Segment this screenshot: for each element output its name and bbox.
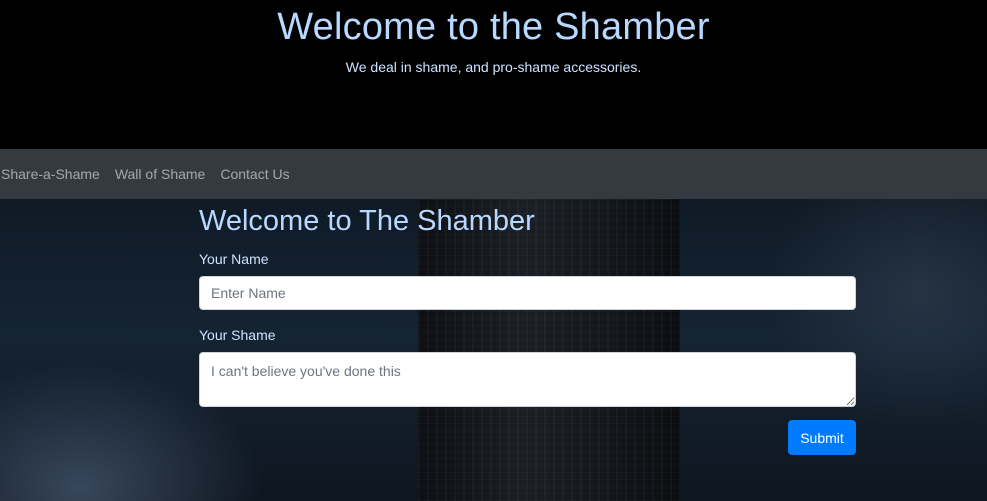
submit-button[interactable]: Submit [788, 420, 856, 455]
shame-textarea[interactable] [199, 352, 856, 407]
page-subtitle: We deal in shame, and pro-shame accessor… [345, 59, 642, 75]
page-title: Welcome to the Shamber [277, 6, 710, 48]
navbar: Share-a-Shame Wall of Shame Contact Us [0, 149, 987, 199]
nav-link-contact-us[interactable]: Contact Us [220, 166, 296, 182]
shame-label: Your Shame [199, 327, 276, 343]
hero-header: Welcome to the Shamber We deal in shame,… [0, 0, 987, 149]
name-input[interactable] [199, 276, 856, 310]
nav-link-share-a-shame[interactable]: Share-a-Shame [1, 166, 107, 182]
background-tower-image [418, 199, 680, 501]
nav-link-wall-of-shame[interactable]: Wall of Shame [115, 166, 213, 182]
main-content: Welcome to The Shamber Your Name Your Sh… [0, 199, 987, 501]
name-label: Your Name [199, 251, 269, 267]
form-title: Welcome to The Shamber [199, 205, 535, 237]
